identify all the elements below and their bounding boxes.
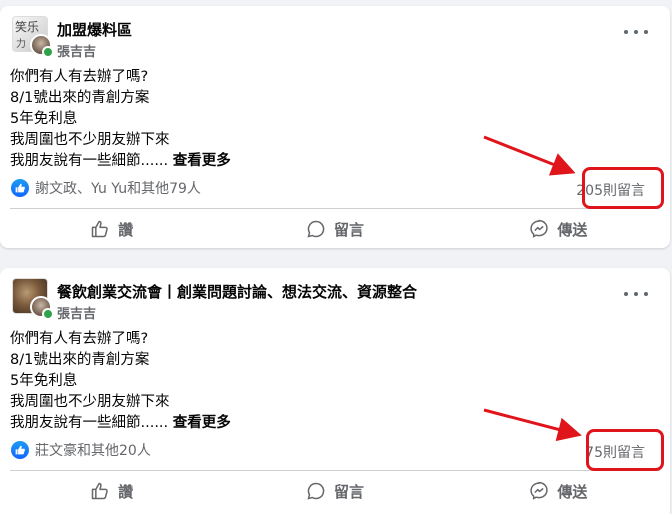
group-avatar[interactable] [12, 278, 54, 320]
reactions-summary[interactable]: 莊文豪和其他20人 [11, 440, 151, 460]
like-icon [91, 482, 108, 500]
comment-icon [307, 482, 325, 500]
share-button[interactable]: 傳送 [447, 210, 670, 248]
avatar-logo-text-2: 力 [16, 39, 26, 50]
author-name[interactable]: 張吉吉 [57, 41, 96, 60]
post-body: 你們有人有去辦了嗎? 8/1號出來的青創方案 5年免利息 我周圍也不少朋友辦下來… [10, 67, 231, 172]
like-button[interactable]: 讚 [0, 472, 223, 510]
see-more-link[interactable]: 查看更多 [173, 415, 231, 431]
reactions-summary[interactable]: 謝文政、Yu Yu和其他79人 [11, 178, 201, 198]
post-line: 你們有人有去辦了嗎? [10, 331, 149, 347]
share-label: 傳送 [557, 220, 588, 239]
more-icon[interactable] [624, 23, 648, 41]
post-line: 5年免利息 [10, 373, 78, 389]
comment-label: 留言 [333, 220, 364, 239]
group-name[interactable]: 加盟爆料區 [57, 19, 132, 40]
post-line: 5年免利息 [10, 111, 78, 127]
messenger-icon [530, 481, 548, 500]
post-card: 餐飲創業交流會丨創業問題討論、想法交流、資源整合 張吉吉 你們有人有去辦了嗎? … [0, 268, 670, 514]
post-line: 我周圍也不少朋友辦下來 [10, 132, 170, 148]
share-label: 傳送 [557, 482, 588, 501]
online-status-dot [42, 308, 54, 320]
reactions-text: 莊文豪和其他20人 [35, 443, 151, 459]
post-line: 我朋友說有一些細節...... [10, 153, 169, 169]
post-line: 我朋友說有一些細節...... [10, 415, 169, 431]
like-icon [91, 220, 108, 238]
author-name[interactable]: 張吉吉 [57, 303, 96, 322]
divider [10, 470, 660, 471]
group-name[interactable]: 餐飲創業交流會丨創業問題討論、想法交流、資源整合 [57, 281, 417, 302]
online-status-dot [42, 46, 54, 58]
divider [10, 208, 660, 209]
post-line: 8/1號出來的青創方案 [10, 90, 150, 106]
like-button[interactable]: 讚 [0, 210, 223, 248]
post-body: 你們有人有去辦了嗎? 8/1號出來的青創方案 5年免利息 我周圍也不少朋友辦下來… [10, 329, 231, 434]
like-label: 讚 [118, 220, 134, 239]
comment-icon [307, 220, 325, 238]
comment-button[interactable]: 留言 [223, 472, 446, 510]
comment-count-highlight [586, 429, 664, 471]
action-bar: 讚 留言 傳送 [0, 472, 670, 510]
action-bar: 讚 留言 傳送 [0, 210, 670, 248]
post-line: 你們有人有去辦了嗎? [10, 69, 149, 85]
share-button[interactable]: 傳送 [447, 472, 670, 510]
avatar-logo-text: 笑乐 [15, 20, 40, 34]
like-reaction-icon [11, 179, 29, 197]
like-reaction-icon [11, 441, 29, 459]
like-label: 讚 [118, 482, 134, 501]
post-line: 我周圍也不少朋友辦下來 [10, 394, 170, 410]
messenger-icon [530, 219, 548, 238]
post-card: 笑乐 力 加盟爆料區 張吉吉 你們有人有去辦了嗎? 8/1號出來的青創方案 5年… [0, 6, 670, 248]
comment-button[interactable]: 留言 [223, 210, 446, 248]
reactions-text: 謝文政、Yu Yu和其他79人 [35, 181, 201, 197]
post-line: 8/1號出來的青創方案 [10, 352, 150, 368]
comment-count-highlight [582, 167, 664, 209]
see-more-link[interactable]: 查看更多 [173, 153, 231, 169]
comment-label: 留言 [333, 482, 364, 501]
more-icon[interactable] [624, 285, 648, 303]
group-avatar[interactable]: 笑乐 力 [12, 16, 54, 58]
